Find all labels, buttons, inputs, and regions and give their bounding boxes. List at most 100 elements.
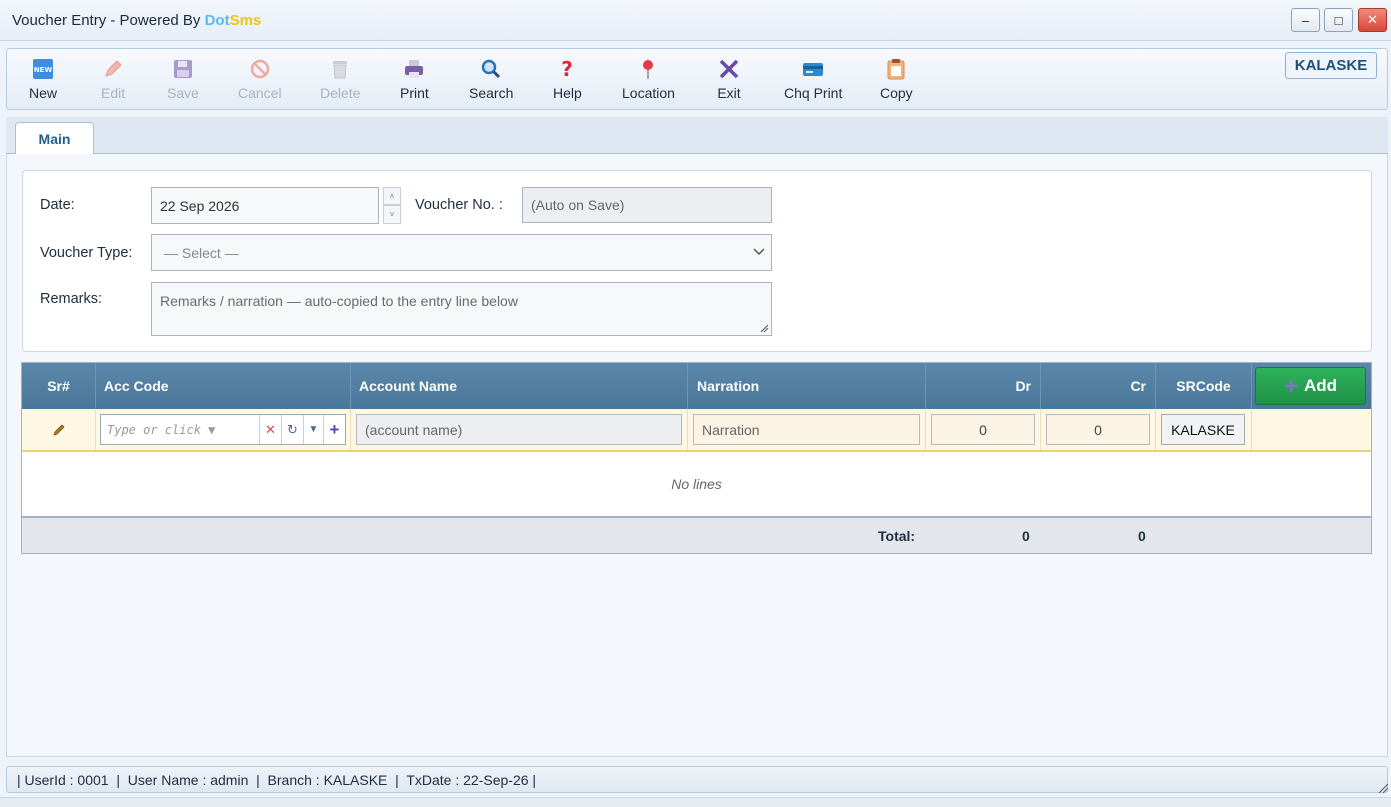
minimize-button[interactable]: – [1291,8,1320,32]
add-line-button[interactable]: Add [1255,367,1366,405]
voucher-type-label: Voucher Type: [40,245,133,261]
bottom-strip [0,797,1391,807]
entry-dr-cell: 0 [926,409,1041,450]
entry-sr-cell [22,409,96,450]
entry-narration-cell: Narration [688,409,926,450]
title-text: Voucher Entry - Powered By [12,12,205,29]
refresh-icon[interactable]: ↻ [281,415,303,444]
close-icon: ✕ [1367,12,1378,27]
location-button[interactable]: Location [622,57,675,101]
chevron-down-icon [753,248,765,256]
print-label: Print [400,85,429,101]
chq-print-label: Chq Print [784,85,843,101]
add-account-icon[interactable]: + [323,415,345,444]
date-down-button[interactable]: ˅ [383,205,401,224]
entry-row: Type or click ▼ ✕ ↻ ▼ + (account name) N… [22,409,1371,452]
save-button[interactable]: Save [167,57,199,101]
new-button[interactable]: NEW New [29,57,57,101]
new-icon: NEW [31,57,55,81]
dropdown-icon[interactable]: ▼ [303,415,323,444]
printer-icon [402,57,426,81]
x-icon [717,57,741,81]
exit-button[interactable]: Exit [717,57,741,101]
col-dr: Dr [926,363,1041,409]
srcode-button[interactable]: KALASKE [1161,414,1245,445]
entry-acc-code-cell: Type or click ▼ ✕ ↻ ▼ + [96,409,351,450]
edit-label: Edit [101,85,126,101]
delete-label: Delete [320,85,361,101]
chq-print-button[interactable]: Chq Print [784,57,842,101]
minimize-icon: – [1301,12,1310,28]
remarks-placeholder: Remarks / narration — auto-copied to the… [160,293,518,309]
entry-srcode-cell: KALASKE [1156,409,1252,450]
cr-field[interactable]: 0 [1046,414,1150,445]
resize-grip-icon[interactable] [759,323,769,333]
cancel-label: Cancel [238,85,282,101]
search-button[interactable]: Search [469,57,513,101]
entry-cr-cell: 0 [1041,409,1156,450]
total-dr: 0 [1022,528,1030,544]
branch-badge: KALASKE [1285,52,1377,79]
date-label: Date: [40,197,75,213]
status-bar: | UserId : 0001 | User Name : admin | Br… [6,766,1389,794]
magnifier-icon [479,57,503,81]
delete-button[interactable]: Delete [320,57,360,101]
pencil-icon [52,423,65,436]
dr-field[interactable]: 0 [931,414,1035,445]
status-text: | UserId : 0001 | User Name : admin | Br… [17,771,537,788]
svg-text:?: ? [562,58,574,80]
card-icon [801,57,825,81]
col-sr: Sr# [22,363,96,409]
svg-text:NEW: NEW [34,66,53,74]
help-button[interactable]: ? Help [553,57,582,101]
date-field[interactable]: 22 Sep 2026 [151,187,379,224]
clipboard-icon [884,57,908,81]
col-account-name: Account Name [351,363,688,409]
maximize-icon: □ [1334,12,1343,28]
total-cr: 0 [1138,528,1146,544]
account-name-field: (account name) [356,414,682,445]
date-up-button[interactable]: ˄ [383,187,401,205]
toolbar: NEW New Edit Save Cancel Delete Print Se… [6,48,1388,110]
copy-button[interactable]: Copy [880,57,913,101]
close-button[interactable]: ✕ [1358,8,1387,32]
voucher-no-field: (Auto on Save) [522,187,772,223]
voucher-type-value: — Select — [164,244,239,261]
cancel-button[interactable]: Cancel [238,57,282,101]
remarks-textarea[interactable]: Remarks / narration — auto-copied to the… [151,282,772,336]
clear-icon[interactable]: ✕ [259,415,281,444]
help-label: Help [553,85,582,101]
exit-label: Exit [717,85,741,101]
acc-code-combobox[interactable]: Type or click ▼ ✕ ↻ ▼ + [100,414,346,445]
trash-icon [328,57,352,81]
voucher-type-select[interactable]: — Select — [151,234,772,271]
voucher-header-panel: Date: 22 Sep 2026 ˄ ˅ Voucher No. : (Aut… [22,170,1372,352]
pin-icon [636,57,660,81]
save-label: Save [167,85,199,101]
grid-header: Sr# Acc Code Account Name Narration Dr C… [22,363,1371,409]
print-button[interactable]: Print [400,57,429,101]
grid-footer: Total: 0 0 [22,518,1371,553]
remarks-label: Remarks: [40,291,103,307]
question-icon: ? [555,57,579,81]
copy-label: Copy [880,85,913,101]
total-label: Total: [878,528,916,544]
narration-field[interactable]: Narration [693,414,920,445]
cancel-icon [248,57,272,81]
col-cr: Cr [1041,363,1156,409]
brand-sms: Sms [229,12,262,29]
acc-code-placeholder: Type or click ▼ [107,422,216,437]
entry-grid: Sr# Acc Code Account Name Narration Dr C… [21,362,1372,554]
maximize-button[interactable]: □ [1324,8,1353,32]
entry-account-name-cell: (account name) [351,409,688,450]
resize-grip-icon[interactable] [1377,782,1389,794]
voucher-no-label: Voucher No. : [415,197,503,213]
col-acc-code: Acc Code [96,363,351,409]
tab-main[interactable]: Main [15,122,94,154]
edit-button[interactable]: Edit [101,57,125,101]
tab-strip: Main [6,117,1388,154]
empty-message: No lines [22,452,1371,518]
plus-icon [1284,380,1297,392]
col-srcode: SRCode [1156,363,1252,409]
title-bar: Voucher Entry - Powered By DotSms – □ ✕ [0,0,1391,41]
